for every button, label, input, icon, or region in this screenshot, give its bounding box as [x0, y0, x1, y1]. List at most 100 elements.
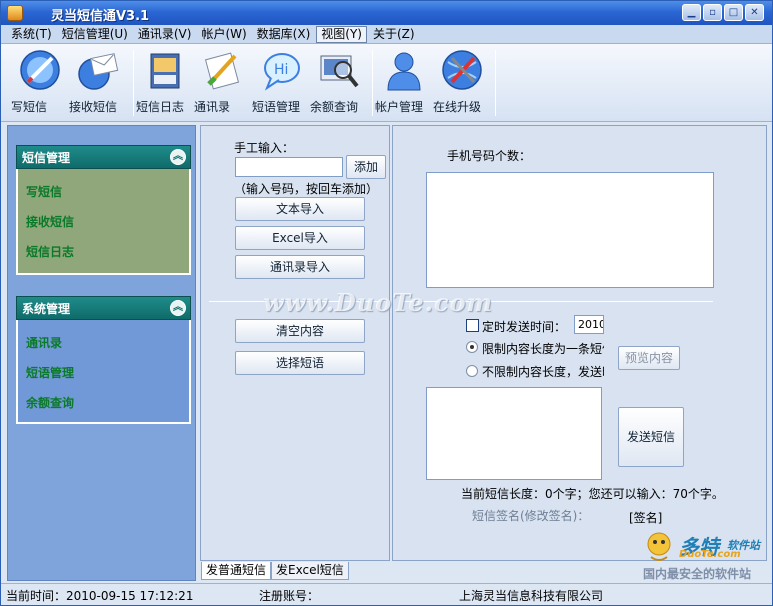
- menu-account[interactable]: 帐户(W): [197, 26, 250, 43]
- manual-input-label: 手工输入：: [234, 141, 295, 155]
- write-sms-icon: [20, 50, 60, 90]
- toolbar-separator: [133, 50, 134, 116]
- toolbar-label: 短语管理: [252, 100, 301, 114]
- length-status: 当前短信长度：0个字；您还可以输入：70个字。: [461, 487, 724, 501]
- unlimited-length-radio[interactable]: [466, 365, 478, 377]
- toolbar-label: 通讯录: [194, 100, 231, 114]
- toolbar-label: 短信日志: [136, 100, 185, 114]
- toolbar-separator: [372, 50, 373, 116]
- status-company: 上海灵当信息科技有限公司: [459, 589, 604, 603]
- balance-query-icon: [320, 55, 359, 88]
- status-time: 当前时间：2010-09-15 17:12:21: [6, 589, 194, 603]
- menu-about[interactable]: 关于(Z): [369, 26, 419, 43]
- menu-database[interactable]: 数据库(X): [253, 26, 315, 43]
- schedule-datetime-field[interactable]: 2010-: [574, 315, 604, 334]
- phone-number-list[interactable]: [426, 172, 714, 288]
- app-window: 灵当短信通V3.1 ▁ ▫ □ ✕ 系统(T) 短信管理(U) 通讯录(V) 帐…: [0, 0, 773, 606]
- status-bar: 当前时间：2010-09-15 17:12:21 注册账号： 上海灵当信息科技有…: [1, 583, 772, 605]
- toolbar-write-sms[interactable]: 写短信: [11, 48, 69, 114]
- sms-log-icon: [150, 53, 180, 89]
- contacts-import-button[interactable]: 通讯录导入: [235, 255, 365, 279]
- excel-import-button[interactable]: Excel导入: [235, 226, 365, 250]
- maximize-button[interactable]: □: [724, 4, 743, 21]
- schedule-label: 定时发送时间：: [482, 320, 567, 334]
- status-account: 注册账号：: [259, 589, 320, 603]
- sidebar-item-balance[interactable]: 余额查询: [26, 388, 189, 418]
- manual-phone-input[interactable]: [235, 157, 343, 177]
- sidebar-group-header[interactable]: 短信管理 ︽: [16, 145, 191, 169]
- toolbar-contacts[interactable]: 通讯录: [194, 48, 252, 114]
- signature-value: [签名]: [629, 511, 663, 525]
- account-icon: [387, 52, 421, 91]
- toolbar-phrases[interactable]: Hi 短语管理: [252, 48, 310, 114]
- sidebar-item-phrases[interactable]: 短语管理: [26, 358, 189, 388]
- sidebar-group-system: 系统管理 ︽ 通讯录 短语管理 余额查询: [16, 296, 191, 424]
- mascot-icon: [647, 532, 671, 561]
- select-phrase-button[interactable]: 选择短语: [235, 351, 365, 375]
- sidebar-item-write-sms[interactable]: 写短信: [26, 177, 189, 207]
- toolbar-separator: [495, 50, 496, 116]
- preview-button[interactable]: 预览内容: [618, 346, 680, 370]
- toolbar-label: 帐户管理: [375, 100, 424, 114]
- sidebar-item-sms-log[interactable]: 短信日志: [26, 237, 189, 267]
- sidebar-group-title: 短信管理: [22, 151, 71, 165]
- sidebar-group-header[interactable]: 系统管理 ︽: [16, 296, 191, 320]
- sidebar: 短信管理 ︽ 写短信 接收短信 短信日志 系统管理 ︽ 通讯录 短语管理 余额查…: [7, 125, 196, 581]
- toolbar-label: 在线升级: [433, 100, 482, 114]
- signature-link[interactable]: 短信签名(修改签名)：: [472, 507, 589, 524]
- collapse-icon[interactable]: ︽: [170, 300, 186, 316]
- toolbar-label: 接收短信: [69, 100, 118, 114]
- watermark-site: DuoTe.com: [679, 549, 741, 560]
- toolbar-receive-sms[interactable]: 接收短信: [69, 48, 127, 114]
- restore-button[interactable]: ▫: [703, 4, 722, 21]
- phrases-icon: Hi: [264, 53, 300, 91]
- contacts-icon: [204, 52, 240, 90]
- close-button[interactable]: ✕: [745, 4, 764, 21]
- watermark-text: www.DuoTe.com: [263, 288, 493, 317]
- collapse-icon[interactable]: ︽: [170, 149, 186, 165]
- window-title: 灵当短信通V3.1: [51, 9, 150, 24]
- toolbar-label: 写短信: [11, 100, 48, 114]
- unlimited-length-label: 不限制内容长度，发送时: [482, 365, 604, 379]
- menu-bar: 系统(T) 短信管理(U) 通讯录(V) 帐户(W) 数据库(X) 视图(Y) …: [1, 25, 772, 44]
- sidebar-group-body: 写短信 接收短信 短信日志: [16, 169, 191, 275]
- recipient-panel: 手工输入： 添加 （输入号码，按回车添加） 文本导入 Excel导入 通讯录导入…: [200, 125, 390, 561]
- toolbar-account[interactable]: 帐户管理: [375, 48, 433, 114]
- toolbar-online-upgrade[interactable]: 在线升级: [433, 48, 491, 114]
- menu-system[interactable]: 系统(T): [7, 26, 56, 43]
- clear-content-button[interactable]: 清空内容: [235, 319, 365, 343]
- app-logo-icon: [7, 5, 23, 21]
- sidebar-group-body: 通讯录 短语管理 余额查询: [16, 320, 191, 424]
- add-number-button[interactable]: 添加: [346, 155, 386, 179]
- message-textarea[interactable]: [426, 387, 602, 480]
- tab-excel-sms[interactable]: 发Excel短信: [271, 562, 349, 580]
- sidebar-item-contacts[interactable]: 通讯录: [26, 328, 189, 358]
- limit-length-label: 限制内容长度为一条短信: [482, 342, 604, 356]
- tab-normal-sms[interactable]: 发普通短信: [201, 562, 272, 580]
- svg-text:Hi: Hi: [274, 62, 288, 78]
- receive-sms-icon: [78, 53, 119, 90]
- sidebar-group-sms: 短信管理 ︽ 写短信 接收短信 短信日志: [16, 145, 191, 275]
- text-import-button[interactable]: 文本导入: [235, 197, 365, 221]
- watermark-slogan: 国内最安全的软件站: [643, 567, 752, 581]
- title-bar[interactable]: 灵当短信通V3.1 ▁ ▫ □ ✕: [1, 1, 772, 25]
- menu-contacts[interactable]: 通讯录(V): [134, 26, 196, 43]
- toolbar-sms-log[interactable]: 短信日志: [136, 48, 194, 114]
- minimize-button[interactable]: ▁: [682, 4, 701, 21]
- sidebar-item-receive-sms[interactable]: 接收短信: [26, 207, 189, 237]
- send-sms-button[interactable]: 发送短信: [618, 407, 684, 467]
- watermark-logo: 多特 软件站 DuoTe.com 国内最安全的软件站: [639, 527, 772, 583]
- menu-sms-manage[interactable]: 短信管理(U): [58, 26, 132, 43]
- limit-length-radio[interactable]: [466, 341, 478, 353]
- toolbar: 写短信 接收短信 短信日志 通讯录 Hi 短语管理 余额查询 帐户管理 在线升级: [1, 44, 772, 122]
- sidebar-group-title: 系统管理: [22, 302, 71, 316]
- menu-view[interactable]: 视图(Y): [316, 25, 367, 43]
- toolbar-label: 余额查询: [310, 100, 359, 114]
- online-upgrade-icon: [442, 50, 482, 90]
- toolbar-balance-query[interactable]: 余额查询: [310, 48, 368, 114]
- schedule-checkbox[interactable]: [466, 319, 479, 332]
- manual-input-hint: （输入号码，按回车添加）: [234, 182, 379, 196]
- phone-count-label: 手机号码个数：: [447, 149, 532, 163]
- compose-tabs: 发普通短信 发Excel短信: [201, 562, 349, 580]
- compose-panel: 手机号码个数： 定时发送时间： 2010- 限制内容长度为一条短信 不限制内容长…: [392, 125, 767, 561]
